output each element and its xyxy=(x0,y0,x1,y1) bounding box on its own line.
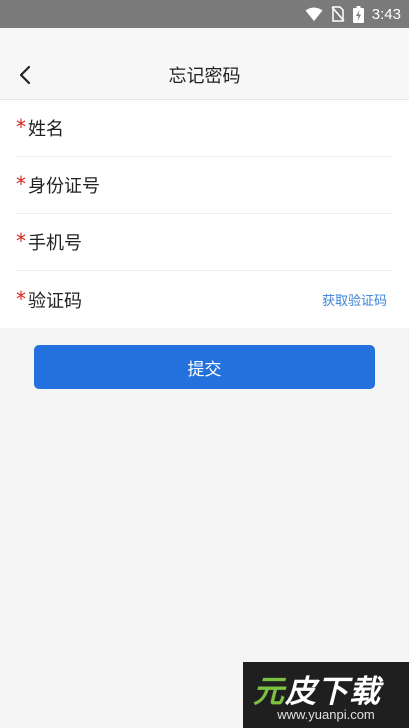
name-row: * 姓名 xyxy=(16,100,393,157)
id-number-input[interactable] xyxy=(100,165,393,205)
phone-input[interactable] xyxy=(82,222,393,262)
name-label: 姓名 xyxy=(28,119,64,140)
verification-code-row: * 验证码 获取验证码 xyxy=(16,271,393,328)
wifi-icon xyxy=(305,7,323,21)
phone-label: 手机号 xyxy=(28,233,82,254)
get-code-button[interactable]: 获取验证码 xyxy=(322,290,387,309)
watermark-logo: 元皮下载 www.yuanpi.com xyxy=(243,662,409,728)
forgot-password-form: * 姓名 * 身份证号 * 手机号 * 验证码 获取验证码 xyxy=(0,100,409,328)
required-mark: * xyxy=(16,286,26,311)
no-sim-icon xyxy=(331,6,345,22)
watermark-logo-part1: 元 xyxy=(253,674,285,710)
name-input[interactable] xyxy=(64,108,393,148)
watermark-logo-part2: 皮下载 xyxy=(285,674,381,710)
status-time: 3:43 xyxy=(371,5,401,23)
required-mark: * xyxy=(16,115,26,139)
battery-charging-icon xyxy=(352,5,364,23)
verification-code-input[interactable] xyxy=(82,279,322,320)
watermark-url: www.yuanpi.com xyxy=(277,707,375,722)
submit-button[interactable]: 提交 xyxy=(34,345,375,389)
app-header: 忘记密码 xyxy=(0,28,409,100)
required-mark: * xyxy=(16,172,26,196)
phone-row: * 手机号 xyxy=(16,214,393,271)
status-bar: 3:43 xyxy=(0,0,409,28)
verification-code-label: 验证码 xyxy=(28,290,82,312)
id-number-label: 身份证号 xyxy=(28,176,100,197)
id-number-row: * 身份证号 xyxy=(16,157,393,214)
page-title: 忘记密码 xyxy=(168,66,241,87)
required-mark: * xyxy=(16,229,26,253)
